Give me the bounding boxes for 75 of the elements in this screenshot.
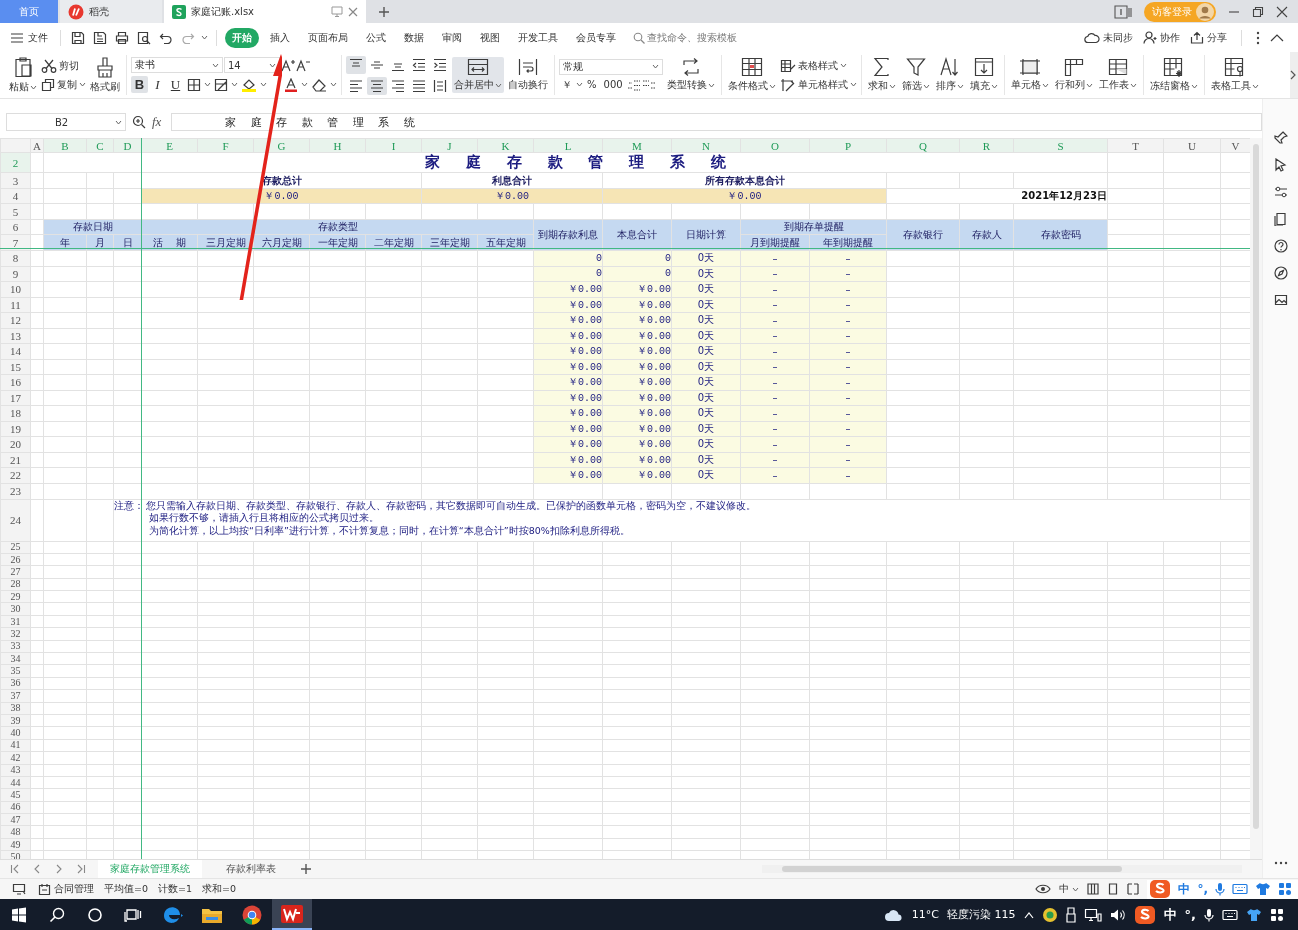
ribbon-tab[interactable]: 页面布局 [301, 27, 355, 48]
ribbon-tab[interactable]: 会员专享 [569, 27, 623, 48]
toolbar-button[interactable]: 协作 [1143, 30, 1180, 45]
input-mode-button[interactable]: 中 [1059, 882, 1080, 896]
ribbon-button[interactable]: 单元格样式 [780, 77, 857, 92]
column-heading: 日期计算 [671, 219, 741, 251]
status-text: 平均值=0 [104, 882, 148, 896]
cell-name-field[interactable]: B2 [6, 113, 126, 131]
formula-field[interactable]: 家 庭 存 款 管 理 系 统 [171, 113, 1262, 131]
ribbon-tab[interactable]: 公式 [359, 27, 393, 48]
ribbon-button[interactable]: 自动换行 [506, 57, 550, 93]
column-heading: 本息合计 [602, 219, 672, 251]
ribbon-tab[interactable]: 视图 [473, 27, 507, 48]
column-header[interactable]: V [1220, 138, 1250, 153]
column-heading: 存款密码 [1013, 219, 1108, 251]
ribbon-button[interactable]: 合并居中 [452, 57, 504, 93]
window-tab[interactable]: 家庭记账.xlsx [164, 0, 366, 23]
sheet-tab[interactable]: 存款利率表 [214, 860, 288, 878]
file-menu[interactable]: 文件 [10, 30, 52, 45]
style-button[interactable]: B [131, 76, 148, 93]
ribbon-button[interactable]: 排序 [934, 56, 966, 94]
temperature-text[interactable]: 11°C [911, 908, 940, 921]
style-button[interactable]: U [167, 76, 184, 93]
number-format-field[interactable]: 常规 [559, 58, 663, 75]
input-mode-button[interactable]: 中 [1178, 880, 1191, 898]
column-heading: 存款人 [959, 219, 1014, 251]
ribbon-tab[interactable]: 审阅 [435, 27, 469, 48]
status-text: 计数=1 [158, 882, 193, 896]
number-format-button[interactable]: % [584, 79, 600, 90]
column-heading: 到期存款利息 [533, 219, 603, 251]
table-cell: 利息合计 [421, 172, 603, 189]
toolbar-button[interactable]: 未同步 [1084, 30, 1133, 45]
date-text: 2021年12月23日 [886, 188, 1108, 204]
note-text: 如果行数不够，请插入行且将相应的公式拷贝过来。 [148, 512, 380, 525]
column-header[interactable]: T [1107, 138, 1164, 153]
ribbon-button[interactable]: 表格工具 [1209, 56, 1261, 94]
input-mode-button[interactable]: 中 [1163, 905, 1177, 924]
window-tab[interactable]: 稻壳 [60, 0, 162, 23]
number-format-button[interactable]: 000 [600, 79, 626, 90]
ribbon-button[interactable]: 格式刷 [88, 55, 122, 95]
column-heading: 存款银行 [886, 219, 960, 251]
ribbon-button[interactable]: 求和 [866, 56, 898, 94]
ribbon-button[interactable]: 类型转换 [665, 57, 717, 93]
ribbon-button[interactable]: 工作表 [1097, 57, 1139, 93]
ribbon-button[interactable]: 粘贴 [7, 55, 39, 95]
sheet-title: 家 庭 存 款 管 理 系 统 [43, 152, 1108, 173]
ribbon-button[interactable]: 冻结窗格 [1148, 56, 1200, 94]
ribbon-button[interactable]: 填充 [968, 56, 1000, 94]
function-button[interactable]: fx [152, 114, 162, 130]
ribbon-tab[interactable]: 插入 [263, 27, 297, 48]
note-text: 为简化计算，以上均按“日利率”进行计算，不计算复息；同时，在计算“本息合计”时按80%扣除利息所得税。 [148, 524, 631, 537]
ribbon-button[interactable]: 行和列 [1053, 57, 1095, 93]
style-button[interactable]: I [149, 76, 166, 93]
ribbon-button[interactable]: 剪切 [41, 58, 86, 73]
ribbon-tab[interactable]: 开发工具 [511, 27, 565, 48]
note-label: 注意： [114, 500, 144, 513]
row-number[interactable]: 24 [0, 499, 31, 541]
table-cell: 所有存款本息合计 [602, 172, 887, 189]
number-format-button[interactable]: ￥ [559, 77, 575, 92]
status-text: 求和=0 [202, 882, 237, 896]
note-text: 您只需输入存款日期、存款类型、存款银行、存款人、存款密码，其它数据即可自动生成。已保护的函数单元格，密码为空，不建议修改。 [146, 500, 756, 512]
ribbon-button[interactable]: 单元格 [1009, 57, 1051, 93]
punctuation-button[interactable]: °, [1184, 907, 1196, 922]
ribbon-tab[interactable]: 数据 [397, 27, 431, 48]
toolbar-button[interactable]: 分享 [1190, 30, 1227, 45]
punctuation-button[interactable]: °, [1197, 882, 1208, 896]
column-header[interactable]: U [1163, 138, 1221, 153]
air-quality-text[interactable]: 轻度污染 115 [947, 907, 1016, 922]
search-field[interactable]: 查找命令、搜索模板 [647, 32, 757, 43]
font-name-field[interactable]: 隶书 [131, 57, 223, 73]
ribbon-button[interactable]: 表格样式 [780, 58, 857, 73]
ribbon-button[interactable]: 筛选 [900, 56, 932, 94]
ribbon-button[interactable]: 条件格式 [726, 56, 778, 94]
status-button[interactable]: 合同管理 [38, 882, 94, 896]
ribbon-button[interactable]: 复制 [41, 77, 86, 92]
